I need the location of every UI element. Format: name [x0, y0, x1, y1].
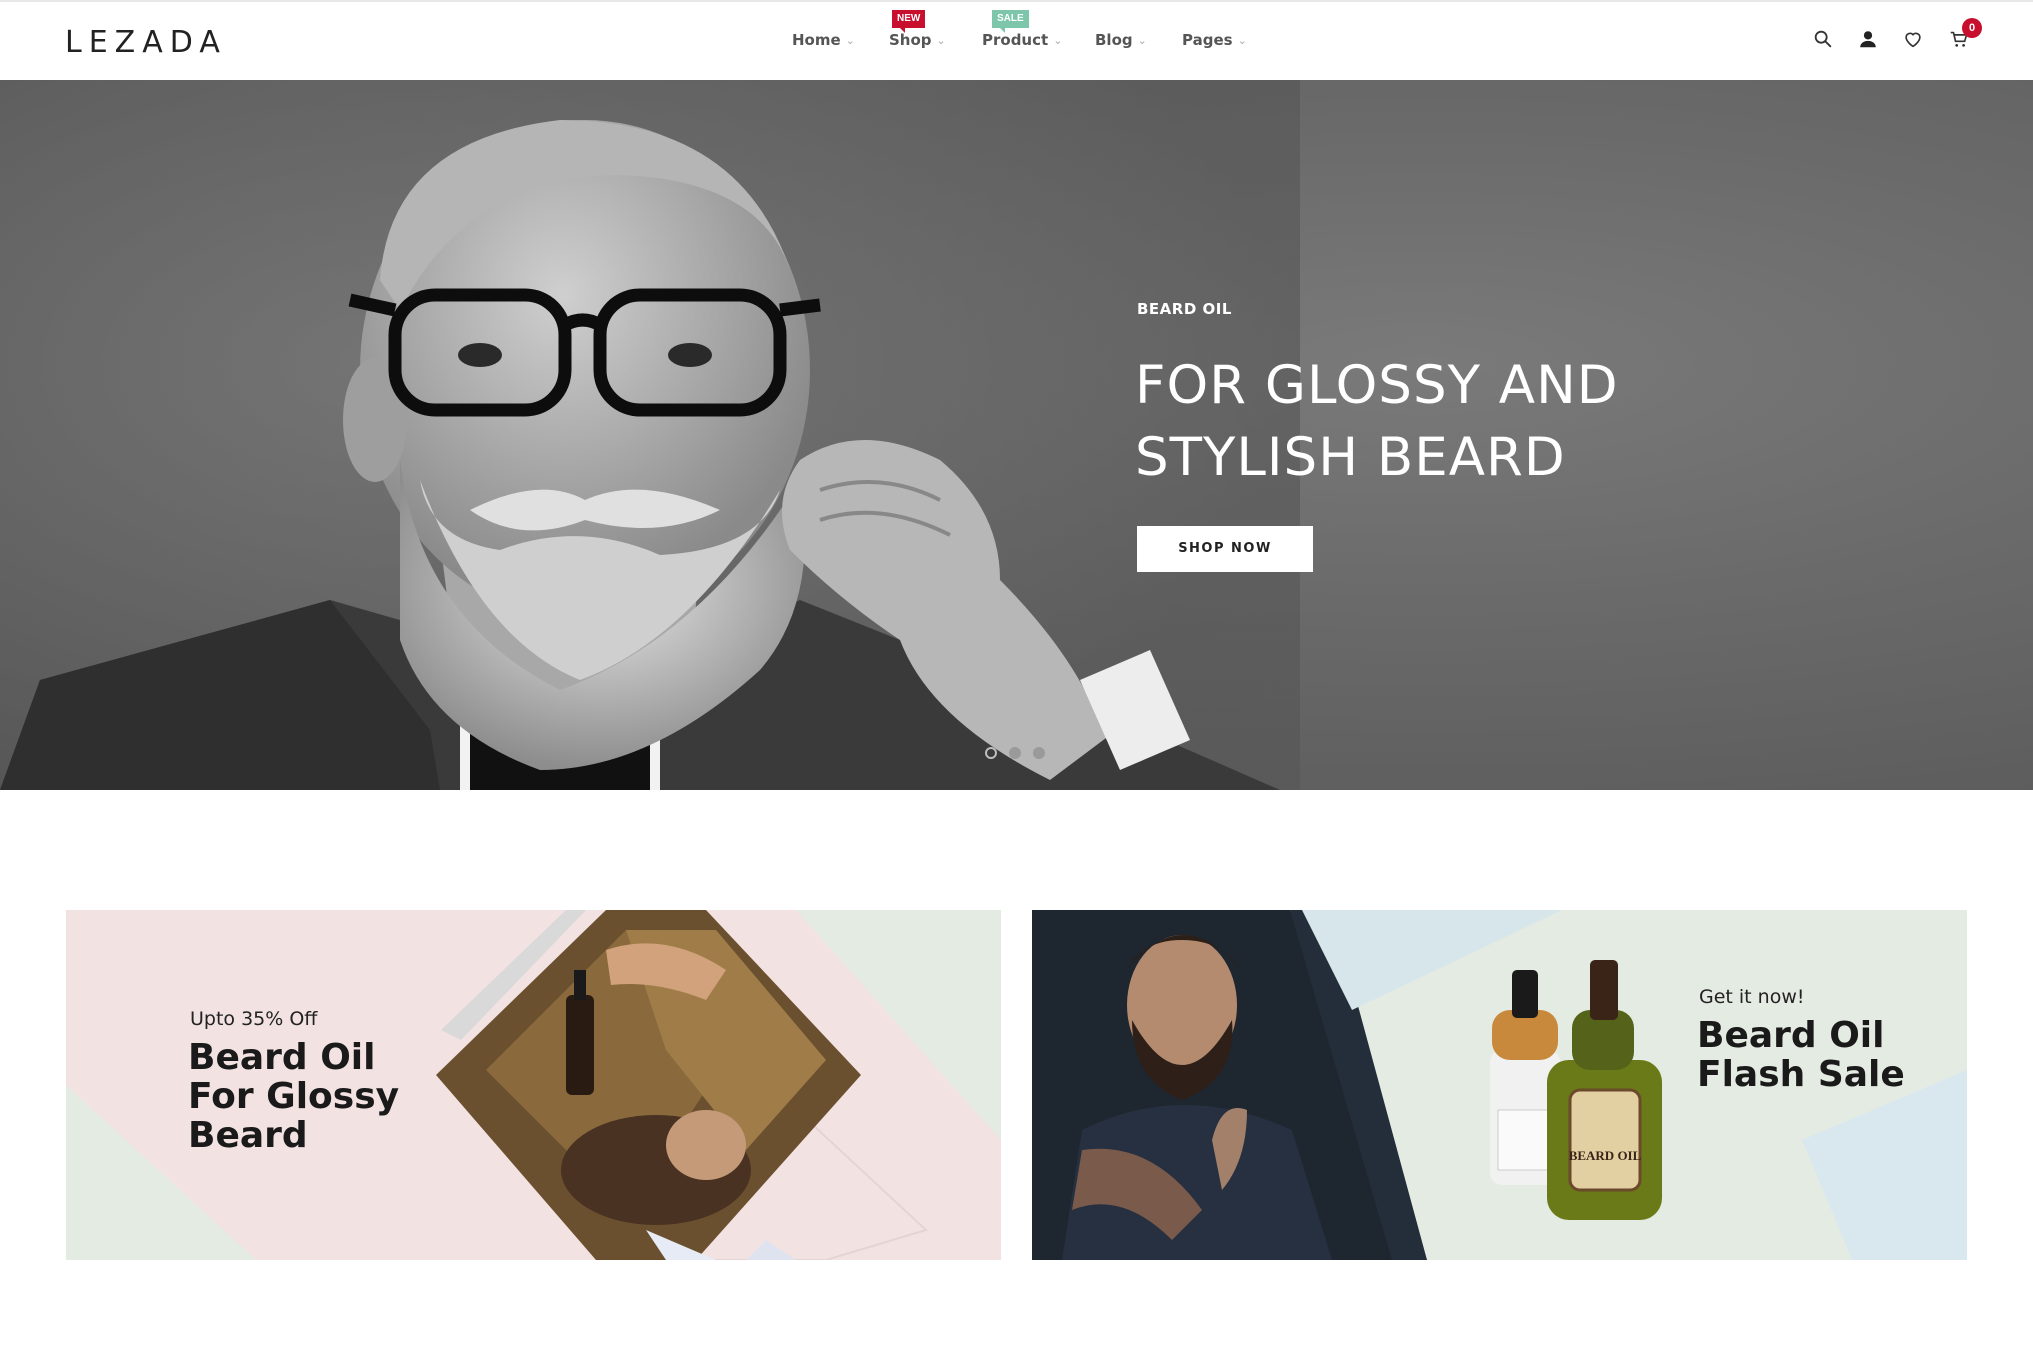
nav-item-product[interactable]: Product ⌄	[982, 30, 1062, 51]
heart-icon[interactable]	[1902, 28, 1926, 52]
hero-title: FOR GLOSSY AND STYLISH BEARD	[1135, 355, 1619, 488]
nav-label: Home	[792, 31, 841, 49]
nav-label: Product	[982, 31, 1049, 49]
banner-subtitle: Get it now!	[1699, 986, 1805, 1008]
nav-label: Blog	[1095, 31, 1133, 49]
slider-dot-1[interactable]	[985, 747, 997, 759]
nav-label: Shop	[889, 31, 932, 49]
hero-slider: BEARD OIL FOR GLOSSY AND STYLISH BEARD S…	[0, 80, 2033, 790]
chevron-down-icon: ⌄	[1237, 34, 1247, 47]
main-nav: NEW SALE Home ⌄ Shop ⌄ Product ⌄ Blog ⌄ Page…	[0, 2, 2033, 82]
banner-subtitle: Upto 35% Off	[190, 1008, 318, 1030]
promo-banner-flash-sale[interactable]: BEARD OIL Get it now! Beard Oil Flash Sa…	[1032, 910, 1967, 1260]
promo-banner-beard-oil[interactable]: Upto 35% Off Beard Oil For Glossy Beard	[66, 910, 1001, 1260]
cart-count-badge: 0	[1962, 18, 1982, 38]
chevron-down-icon: ⌄	[1137, 34, 1147, 47]
chevron-down-icon: ⌄	[1053, 34, 1063, 47]
hero-model-image	[0, 80, 1300, 790]
nav-item-shop[interactable]: Shop ⌄	[889, 30, 946, 51]
chevron-down-icon: ⌄	[936, 34, 946, 47]
banner-title: Beard Oil Flash Sale	[1697, 1015, 1905, 1095]
search-icon[interactable]	[1812, 28, 1836, 52]
nav-label: Pages	[1182, 31, 1233, 49]
sale-badge: SALE	[992, 10, 1029, 33]
slider-dot-3[interactable]	[1033, 747, 1045, 759]
hero-subtitle: BEARD OIL	[1137, 300, 1232, 318]
chevron-down-icon: ⌄	[845, 34, 855, 47]
new-badge: NEW	[892, 10, 926, 33]
svg-text:BEARD OIL: BEARD OIL	[1569, 1148, 1642, 1163]
slider-dot-2[interactable]	[1009, 747, 1021, 759]
site-header: LEZADA NEW SALE Home ⌄ Shop ⌄ Product ⌄ Blo…	[0, 0, 2033, 80]
nav-item-home[interactable]: Home ⌄	[792, 30, 855, 51]
nav-item-blog[interactable]: Blog ⌄	[1095, 30, 1147, 51]
shop-now-button[interactable]: SHOP NOW	[1137, 526, 1313, 572]
nav-item-pages[interactable]: Pages ⌄	[1182, 30, 1247, 51]
user-icon[interactable]	[1857, 28, 1881, 52]
banner-title: Beard Oil For Glossy Beard	[188, 1037, 400, 1156]
cart-icon[interactable]: 0	[1948, 18, 1982, 52]
